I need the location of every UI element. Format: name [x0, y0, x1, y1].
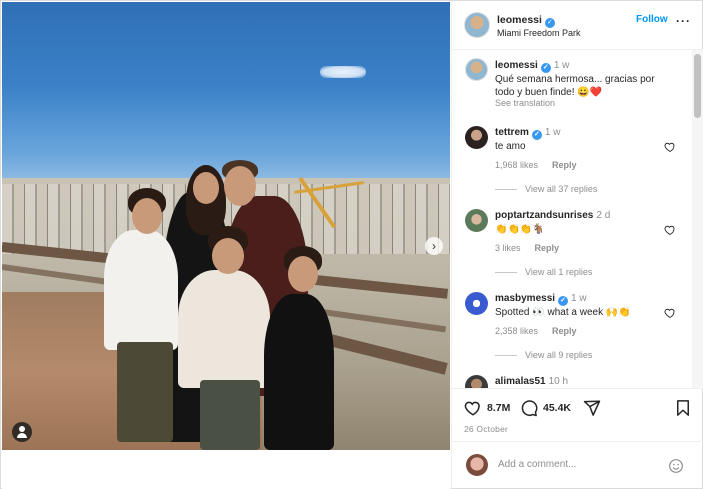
- see-translation-link[interactable]: See translation: [495, 98, 555, 108]
- person-boy-left-face: [132, 198, 162, 234]
- comment-avatar[interactable]: [465, 58, 488, 81]
- comments-count[interactable]: 45.4K: [543, 402, 571, 414]
- chevron-right-icon: ›: [432, 239, 436, 253]
- comment-meta: 2,358 likes Reply: [495, 326, 591, 336]
- share-send-icon[interactable]: [583, 399, 601, 417]
- divider-line: [495, 355, 517, 357]
- comment-item: tettrem ✓ 1 w te amo 1,968 likes Reply View…: [452, 124, 692, 206]
- post-header: leomessi ✓ Miami Freedom Park Follow ···: [452, 2, 703, 50]
- tagged-users-button[interactable]: [12, 422, 32, 442]
- author-username[interactable]: leomessi: [497, 14, 542, 26]
- comment-username[interactable]: leomessi: [495, 60, 538, 71]
- comment-meta: 3 likes Reply: [495, 243, 573, 253]
- view-replies-link[interactable]: View all 37 replies: [495, 184, 597, 194]
- comment-header: tettrem ✓ 1 w: [495, 127, 560, 140]
- comment-header: poptartzandsunrises 2 d: [495, 210, 610, 221]
- scrollbar-thumb[interactable]: [694, 54, 701, 118]
- comment-time: 10 h: [548, 376, 569, 387]
- follow-button[interactable]: Follow: [636, 14, 668, 25]
- person-boy-center-face: [212, 238, 244, 274]
- photo-bottom-spacer: [2, 450, 450, 489]
- view-replies-link[interactable]: View all 1 replies: [495, 267, 592, 277]
- comment-avatar[interactable]: [465, 209, 488, 232]
- viewer-avatar: [466, 454, 488, 476]
- comment-bubble-icon[interactable]: [520, 399, 538, 417]
- view-replies-label[interactable]: View all 9 replies: [525, 350, 592, 360]
- reply-button[interactable]: Reply: [552, 326, 577, 336]
- person-boy-left-pants: [117, 342, 173, 442]
- person-boy-center: [178, 270, 270, 388]
- person-boy-right-face: [288, 256, 318, 292]
- comment-text: Qué semana hermosa... gracias por todo y…: [495, 74, 655, 98]
- view-replies-link[interactable]: View all 9 replies: [495, 350, 592, 360]
- comment-header: masbymessi ✓ 1 w: [495, 293, 587, 306]
- comment-time: 2 d: [596, 210, 611, 221]
- comment-likes[interactable]: 2,358 likes: [495, 326, 538, 336]
- view-replies-label[interactable]: View all 37 replies: [525, 184, 597, 194]
- comment-header: leomessi ✓ 1 w: [495, 60, 569, 73]
- reply-button[interactable]: Reply: [535, 243, 560, 253]
- comment-likes[interactable]: 3 likes: [495, 243, 521, 253]
- comment-username[interactable]: masbymessi: [495, 293, 555, 304]
- post-location[interactable]: Miami Freedom Park: [497, 28, 581, 38]
- add-comment-bar: Add a comment...: [452, 441, 703, 489]
- view-replies-label[interactable]: View all 1 replies: [525, 267, 592, 277]
- comment-meta: 1,968 likes Reply: [495, 160, 591, 170]
- comment-text: 👏👏👏🐐: [495, 224, 545, 235]
- comment-input[interactable]: Add a comment...: [498, 459, 576, 470]
- next-photo-button[interactable]: ›: [425, 237, 443, 255]
- person-boy-right: [264, 294, 334, 450]
- verified-badge-icon: ✓: [558, 296, 569, 306]
- caption-item: leomessi ✓ 1 w Qué semana hermosa... graci…: [452, 50, 692, 120]
- comments-list[interactable]: leomessi ✓ 1 w Qué semana hermosa... graci…: [452, 50, 692, 388]
- post-photo[interactable]: ›: [2, 2, 450, 450]
- person-man-face: [224, 166, 256, 206]
- comment-header: alimalas51 10 h: [495, 376, 568, 387]
- heart-icon[interactable]: [664, 224, 676, 236]
- comment-avatar[interactable]: [465, 292, 488, 315]
- person-boy-left: [104, 230, 178, 350]
- comment-avatar[interactable]: [465, 126, 488, 149]
- author-avatar[interactable]: [464, 12, 490, 38]
- comment-text: Spotted 👀 what a week 🙌👏: [495, 307, 631, 318]
- emoji-icon[interactable]: [668, 458, 684, 474]
- verified-badge-icon: ✓: [540, 63, 551, 73]
- person-woman-face: [193, 172, 219, 204]
- more-options-icon[interactable]: ···: [676, 14, 691, 28]
- post-actions-bar: 8.7M 45.4K 26 October: [452, 388, 703, 440]
- heart-icon[interactable]: [664, 307, 676, 319]
- like-heart-icon[interactable]: [464, 399, 482, 417]
- heart-icon[interactable]: [664, 141, 676, 153]
- comment-item: masbymessi ✓ 1 w Spotted 👀 what a week 🙌👏 …: [452, 290, 692, 372]
- comment-item: poptartzandsunrises 2 d 👏👏👏🐐 3 likes Reply…: [452, 207, 692, 289]
- comment-username[interactable]: alimalas51: [495, 376, 546, 387]
- verified-badge-icon: ✓: [531, 130, 542, 140]
- post-dialog: › leomessi ✓ Miami Freedom Park Follow ··…: [0, 0, 703, 489]
- comment-time: 1 w: [571, 293, 587, 304]
- comment-time: 1 w: [544, 127, 561, 138]
- comment-item: alimalas51 10 h: [452, 373, 692, 388]
- comment-text: te amo: [495, 141, 526, 152]
- author-username-row[interactable]: leomessi ✓: [497, 14, 555, 28]
- comment-time: 1 w: [553, 60, 570, 71]
- post-date[interactable]: 26 October: [464, 424, 508, 434]
- comment-username[interactable]: poptartzandsunrises: [495, 210, 593, 221]
- divider-line: [495, 272, 517, 274]
- divider-line: [495, 189, 517, 191]
- bookmark-icon[interactable]: [674, 399, 692, 417]
- likes-count[interactable]: 8.7M: [487, 402, 510, 414]
- comment-username[interactable]: tettrem: [495, 127, 529, 138]
- person-boy-center-pants: [200, 380, 260, 450]
- photo-cloud: [320, 66, 366, 78]
- comments-scrollbar[interactable]: [692, 50, 703, 388]
- comment-avatar[interactable]: [465, 375, 488, 388]
- post-side-panel: leomessi ✓ Miami Freedom Park Follow ··· …: [451, 2, 703, 489]
- reply-button[interactable]: Reply: [552, 160, 577, 170]
- verified-badge-icon: ✓: [544, 18, 555, 28]
- comment-likes[interactable]: 1,968 likes: [495, 160, 538, 170]
